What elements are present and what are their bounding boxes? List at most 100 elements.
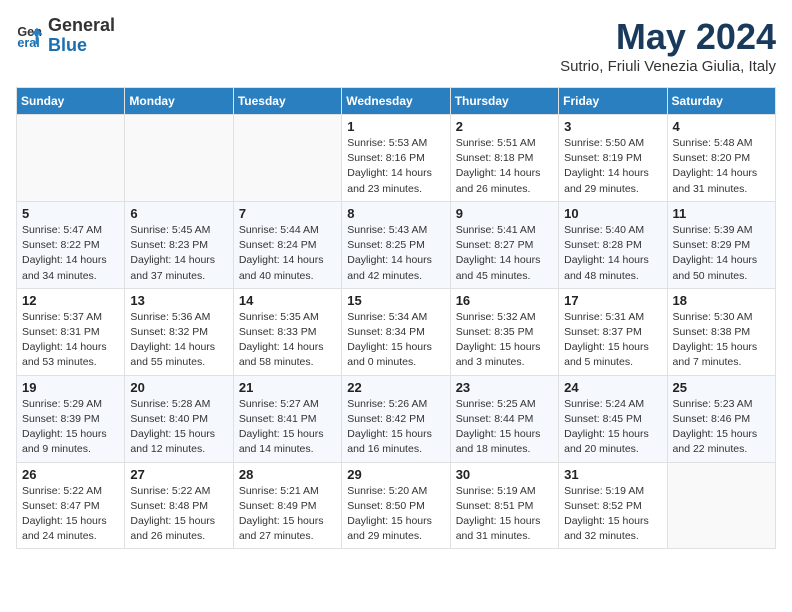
calendar-cell: 29 Sunrise: 5:20 AMSunset: 8:50 PMDayligh… (342, 462, 450, 549)
day-number: 10 (564, 206, 661, 221)
day-info: Sunrise: 5:20 AMSunset: 8:50 PMDaylight:… (347, 484, 444, 545)
calendar-week-row: 12 Sunrise: 5:37 AMSunset: 8:31 PMDayligh… (17, 288, 776, 375)
calendar-week-row: 1 Sunrise: 5:53 AMSunset: 8:16 PMDaylight… (17, 115, 776, 202)
calendar-cell: 23 Sunrise: 5:25 AMSunset: 8:44 PMDayligh… (450, 375, 558, 462)
calendar-cell: 10 Sunrise: 5:40 AMSunset: 8:28 PMDayligh… (559, 201, 667, 288)
weekday-header-cell: Tuesday (233, 88, 341, 115)
day-info: Sunrise: 5:32 AMSunset: 8:35 PMDaylight:… (456, 310, 553, 371)
day-number: 23 (456, 380, 553, 395)
logo-blue: Blue (48, 36, 115, 56)
day-number: 24 (564, 380, 661, 395)
day-info: Sunrise: 5:48 AMSunset: 8:20 PMDaylight:… (673, 136, 770, 197)
calendar-cell: 12 Sunrise: 5:37 AMSunset: 8:31 PMDayligh… (17, 288, 125, 375)
calendar-cell (17, 115, 125, 202)
calendar-cell: 2Sunrise: 5:51 AMSunset: 8:18 PMDaylight… (450, 115, 558, 202)
calendar-cell: 21 Sunrise: 5:27 AMSunset: 8:41 PMDayligh… (233, 375, 341, 462)
day-info: Sunrise: 5:37 AMSunset: 8:31 PMDaylight:… (22, 310, 119, 371)
day-number: 6 (130, 206, 227, 221)
day-number: 26 (22, 467, 119, 482)
calendar-cell: 9 Sunrise: 5:41 AMSunset: 8:27 PMDaylight… (450, 201, 558, 288)
day-number: 25 (673, 380, 770, 395)
calendar-cell: 22 Sunrise: 5:26 AMSunset: 8:42 PMDayligh… (342, 375, 450, 462)
day-info: Sunrise: 5:22 AMSunset: 8:47 PMDaylight:… (22, 484, 119, 545)
logo-general: General (48, 16, 115, 36)
weekday-header-cell: Friday (559, 88, 667, 115)
day-number: 7 (239, 206, 336, 221)
day-info: Sunrise: 5:44 AMSunset: 8:24 PMDaylight:… (239, 223, 336, 284)
day-number: 15 (347, 293, 444, 308)
day-info: Sunrise: 5:31 AMSunset: 8:37 PMDaylight:… (564, 310, 661, 371)
day-info: Sunrise: 5:35 AMSunset: 8:33 PMDaylight:… (239, 310, 336, 371)
calendar-cell: 26 Sunrise: 5:22 AMSunset: 8:47 PMDayligh… (17, 462, 125, 549)
day-info: Sunrise: 5:22 AMSunset: 8:48 PMDaylight:… (130, 484, 227, 545)
day-info: Sunrise: 5:41 AMSunset: 8:27 PMDaylight:… (456, 223, 553, 284)
day-info: Sunrise: 5:50 AMSunset: 8:19 PMDaylight:… (564, 136, 661, 197)
calendar-cell: 14 Sunrise: 5:35 AMSunset: 8:33 PMDayligh… (233, 288, 341, 375)
weekday-header-cell: Monday (125, 88, 233, 115)
day-number: 17 (564, 293, 661, 308)
day-info: Sunrise: 5:19 AMSunset: 8:52 PMDaylight:… (564, 484, 661, 545)
weekday-header-cell: Saturday (667, 88, 775, 115)
day-info: Sunrise: 5:30 AMSunset: 8:38 PMDaylight:… (673, 310, 770, 371)
calendar-cell (125, 115, 233, 202)
calendar-cell: 4 Sunrise: 5:48 AMSunset: 8:20 PMDaylight… (667, 115, 775, 202)
day-info: Sunrise: 5:21 AMSunset: 8:49 PMDaylight:… (239, 484, 336, 545)
logo: Gen eral General Blue (16, 16, 115, 56)
day-info: Sunrise: 5:40 AMSunset: 8:28 PMDaylight:… (564, 223, 661, 284)
location-title: Sutrio, Friuli Venezia Giulia, Italy (560, 58, 776, 75)
calendar-week-row: 19Sunrise: 5:29 AMSunset: 8:39 PMDayligh… (17, 375, 776, 462)
day-number: 9 (456, 206, 553, 221)
day-info: Sunrise: 5:26 AMSunset: 8:42 PMDaylight:… (347, 397, 444, 458)
calendar-cell: 31 Sunrise: 5:19 AMSunset: 8:52 PMDayligh… (559, 462, 667, 549)
weekday-header-cell: Thursday (450, 88, 558, 115)
day-number: 1 (347, 119, 444, 134)
day-number: 4 (673, 119, 770, 134)
calendar-cell: 24 Sunrise: 5:24 AMSunset: 8:45 PMDayligh… (559, 375, 667, 462)
day-info: Sunrise: 5:28 AMSunset: 8:40 PMDaylight:… (130, 397, 227, 458)
calendar-cell: 28Sunrise: 5:21 AMSunset: 8:49 PMDayligh… (233, 462, 341, 549)
calendar-cell: 11 Sunrise: 5:39 AMSunset: 8:29 PMDayligh… (667, 201, 775, 288)
calendar-cell: 1 Sunrise: 5:53 AMSunset: 8:16 PMDaylight… (342, 115, 450, 202)
day-number: 29 (347, 467, 444, 482)
calendar-cell: 7 Sunrise: 5:44 AMSunset: 8:24 PMDaylight… (233, 201, 341, 288)
day-number: 14 (239, 293, 336, 308)
day-info: Sunrise: 5:24 AMSunset: 8:45 PMDaylight:… (564, 397, 661, 458)
calendar-cell: 20 Sunrise: 5:28 AMSunset: 8:40 PMDayligh… (125, 375, 233, 462)
day-number: 31 (564, 467, 661, 482)
calendar-cell: 6 Sunrise: 5:45 AMSunset: 8:23 PMDaylight… (125, 201, 233, 288)
day-info: Sunrise: 5:53 AMSunset: 8:16 PMDaylight:… (347, 136, 444, 197)
calendar-week-row: 5Sunrise: 5:47 AMSunset: 8:22 PMDaylight… (17, 201, 776, 288)
calendar-cell: 17 Sunrise: 5:31 AMSunset: 8:37 PMDayligh… (559, 288, 667, 375)
day-info: Sunrise: 5:39 AMSunset: 8:29 PMDaylight:… (673, 223, 770, 284)
calendar-cell: 25Sunrise: 5:23 AMSunset: 8:46 PMDayligh… (667, 375, 775, 462)
day-number: 12 (22, 293, 119, 308)
day-info: Sunrise: 5:27 AMSunset: 8:41 PMDaylight:… (239, 397, 336, 458)
calendar-cell: 5Sunrise: 5:47 AMSunset: 8:22 PMDaylight… (17, 201, 125, 288)
header: Gen eral General Blue May 2024 Sutrio, F… (16, 16, 776, 75)
day-info: Sunrise: 5:45 AMSunset: 8:23 PMDaylight:… (130, 223, 227, 284)
calendar-week-row: 26 Sunrise: 5:22 AMSunset: 8:47 PMDayligh… (17, 462, 776, 549)
logo-icon: Gen eral (16, 22, 44, 50)
day-number: 3 (564, 119, 661, 134)
weekday-header-cell: Sunday (17, 88, 125, 115)
month-title: May 2024 (560, 16, 776, 58)
calendar-cell: 30 Sunrise: 5:19 AMSunset: 8:51 PMDayligh… (450, 462, 558, 549)
calendar-cell: 8 Sunrise: 5:43 AMSunset: 8:25 PMDaylight… (342, 201, 450, 288)
day-number: 20 (130, 380, 227, 395)
calendar-cell (233, 115, 341, 202)
day-info: Sunrise: 5:19 AMSunset: 8:51 PMDaylight:… (456, 484, 553, 545)
day-info: Sunrise: 5:43 AMSunset: 8:25 PMDaylight:… (347, 223, 444, 284)
day-number: 27 (130, 467, 227, 482)
day-info: Sunrise: 5:34 AMSunset: 8:34 PMDaylight:… (347, 310, 444, 371)
calendar-cell: 15 Sunrise: 5:34 AMSunset: 8:34 PMDayligh… (342, 288, 450, 375)
day-number: 11 (673, 206, 770, 221)
day-number: 22 (347, 380, 444, 395)
weekday-header-cell: Wednesday (342, 88, 450, 115)
day-number: 18 (673, 293, 770, 308)
day-info: Sunrise: 5:36 AMSunset: 8:32 PMDaylight:… (130, 310, 227, 371)
day-number: 8 (347, 206, 444, 221)
day-number: 21 (239, 380, 336, 395)
calendar-cell: 18 Sunrise: 5:30 AMSunset: 8:38 PMDayligh… (667, 288, 775, 375)
day-info: Sunrise: 5:25 AMSunset: 8:44 PMDaylight:… (456, 397, 553, 458)
day-number: 30 (456, 467, 553, 482)
